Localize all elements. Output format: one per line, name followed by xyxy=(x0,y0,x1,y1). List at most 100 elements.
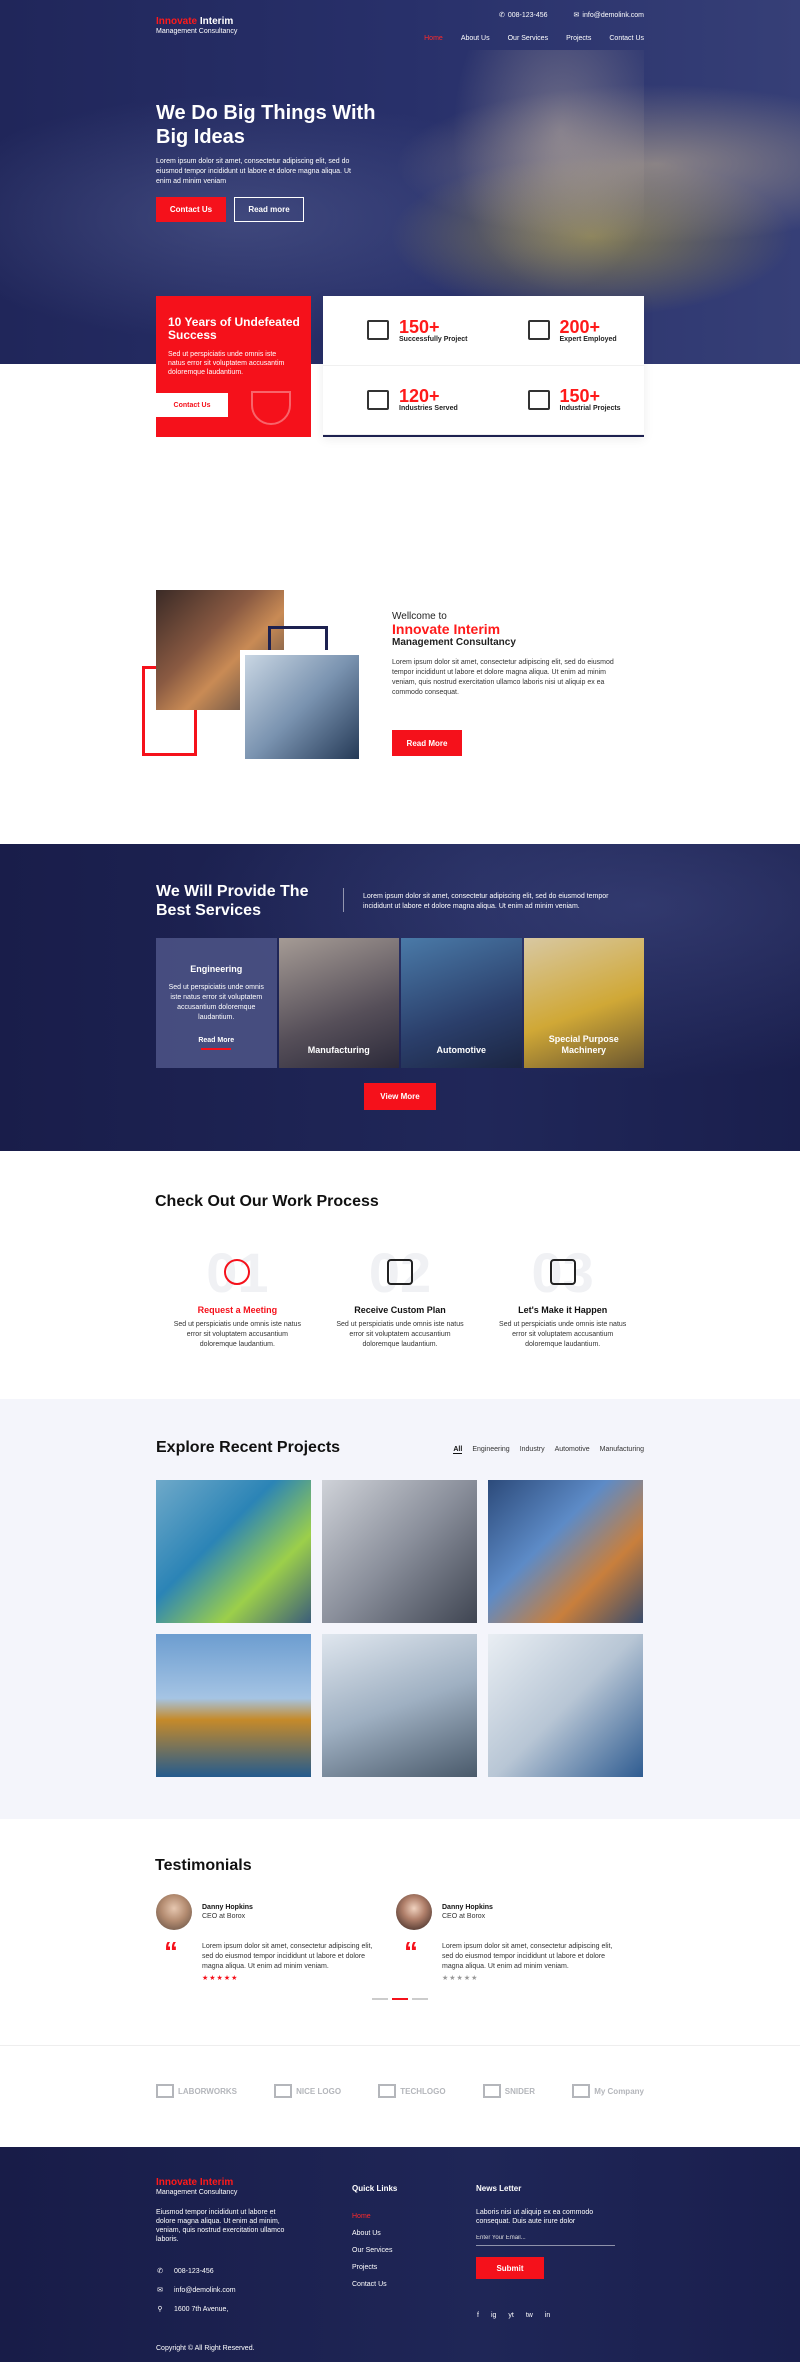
view-more-button[interactable]: View More xyxy=(364,1083,436,1110)
footer-address: ⚲ 1600 7th Avenue, xyxy=(156,2305,228,2314)
about-read-more-button[interactable]: Read More xyxy=(392,730,462,756)
building-icon xyxy=(549,1259,576,1285)
stat-value: 120+ xyxy=(399,386,440,407)
nav-contact[interactable]: Contact Us xyxy=(609,35,644,42)
project-filters: All Engineering Industry Automotive Manu… xyxy=(453,1446,644,1454)
quick-links: Home About Us Our Services Projects Cont… xyxy=(352,2208,392,2293)
project-tile[interactable] xyxy=(488,1634,643,1777)
filter-manufacturing[interactable]: Manufacturing xyxy=(600,1446,644,1454)
quick-links-title: Quick Links xyxy=(352,2184,398,2193)
success-contact-button[interactable]: Contact Us xyxy=(156,393,228,417)
linkedin-icon[interactable]: in xyxy=(545,2312,550,2319)
about-section: Wellcome to Innovate Interim Management … xyxy=(0,574,800,844)
stats-grid: 150+ Successfully Project 200+ Expert Empl… xyxy=(323,296,644,437)
service-text: Sed ut perspiciatis unde omnis iste natu… xyxy=(168,984,264,1021)
carousel-dot[interactable] xyxy=(372,1998,388,2000)
instagram-icon[interactable]: ig xyxy=(491,2312,496,2319)
service-read-more-link[interactable]: Read More xyxy=(156,1037,277,1044)
stat-label: Successfully Project xyxy=(399,335,468,343)
service-card-manufacturing[interactable]: Manufacturing xyxy=(278,938,399,1068)
logo-red: Innovate xyxy=(156,16,198,27)
hero-read-more-button[interactable]: Read more xyxy=(234,197,304,222)
services-divider xyxy=(343,888,344,912)
testimonial-name: Danny Hopkins xyxy=(202,1904,253,1911)
newsletter-submit-button[interactable]: Submit xyxy=(476,2257,544,2279)
projects-title: Explore Recent Projects xyxy=(156,1439,341,1456)
footer-email[interactable]: ✉ info@demolink.com xyxy=(156,2286,236,2295)
footer-link-contact[interactable]: Contact Us xyxy=(352,2276,392,2293)
process-step: 02 Receive Custom Plan Sed ut perspiciat… xyxy=(319,1243,482,1350)
footer-description: Eiusmod tempor incididunt ut labore et d… xyxy=(156,2209,285,2243)
filter-industry[interactable]: Industry xyxy=(520,1446,545,1454)
hero-contact-button[interactable]: Contact Us xyxy=(156,197,226,222)
stat-value: 200+ xyxy=(559,316,601,337)
success-card: 10 Years of Undefeated Success Sed ut pe… xyxy=(156,296,311,437)
nav-about[interactable]: About Us xyxy=(461,35,490,42)
nav-projects[interactable]: Projects xyxy=(566,35,591,42)
partner-name: TECHLOGO xyxy=(400,2086,446,2096)
testimonial-name: Danny Hopkins xyxy=(442,1904,493,1911)
quote-icon: “ xyxy=(164,1936,178,1967)
carousel-dot[interactable] xyxy=(412,1998,428,2000)
partner-name: NICE LOGO xyxy=(296,2086,342,2096)
filter-automotive[interactable]: Automotive xyxy=(555,1446,590,1454)
step-title: Let's Make it Happen xyxy=(518,1305,608,1315)
plan-icon xyxy=(387,1259,413,1285)
testimonial-text: Lorem ipsum dolor sit amet, consectetur … xyxy=(442,1943,613,1970)
topbar-email-text: info@demolink.com xyxy=(582,12,644,19)
youtube-icon[interactable]: yt xyxy=(508,2312,513,2319)
service-name: Automotive xyxy=(436,1045,487,1055)
topbar-email[interactable]: ✉ info@demolink.com xyxy=(574,11,644,19)
rating-stars-icon: ★★★★★ xyxy=(442,1975,479,1982)
process-section: Check Out Our Work Process 01 Request a … xyxy=(0,1151,800,1399)
service-card-special-machinery[interactable]: Special Purpose Machinery xyxy=(523,938,644,1068)
service-card-automotive[interactable]: Automotive xyxy=(401,938,522,1068)
step-text: Sed ut perspiciatis unde omnis iste natu… xyxy=(336,1321,464,1348)
about-image-engineers xyxy=(240,650,364,764)
carousel-dots xyxy=(372,1998,428,2000)
project-tile[interactable] xyxy=(322,1634,477,1777)
service-card-engineering[interactable]: Engineering Sed ut perspiciatis unde omn… xyxy=(156,938,277,1068)
logo-white: Interim xyxy=(197,16,234,27)
process-title: Check Out Our Work Process xyxy=(155,1193,379,1210)
services-title: We Will Provide The Best Services xyxy=(156,883,309,919)
newsletter-email-input[interactable] xyxy=(476,2230,615,2246)
about-collage xyxy=(142,590,366,765)
stat-item: 150+ Successfully Project xyxy=(323,296,484,366)
testimonials-section: Testimonials Danny Hopkins CEO at Borox … xyxy=(0,1819,800,2045)
stat-label: Expert Employed xyxy=(559,335,617,343)
project-tile[interactable] xyxy=(322,1480,477,1623)
hero-buttons: Contact Us Read more xyxy=(156,197,304,222)
site-logo[interactable]: Innovate Interim Management Consultancy xyxy=(156,16,237,36)
filter-engineering[interactable]: Engineering xyxy=(472,1446,509,1454)
step-title: Request a Meeting xyxy=(197,1305,278,1315)
stats-section: 10 Years of Undefeated Success Sed ut pe… xyxy=(0,296,800,574)
nav-home[interactable]: Home xyxy=(424,35,443,42)
project-tile[interactable] xyxy=(488,1480,643,1623)
header: Innovate Interim Management Consultancy … xyxy=(156,11,644,42)
service-name: Manufacturing xyxy=(307,1045,370,1055)
footer-link-services[interactable]: Our Services xyxy=(352,2242,392,2259)
carousel-dot-active[interactable] xyxy=(392,1998,408,2000)
twitter-icon[interactable]: tw xyxy=(526,2312,533,2319)
success-text: Sed ut perspiciatis unde omnis iste natu… xyxy=(168,351,285,376)
footer-phone[interactable]: ✆ 008-123-456 xyxy=(156,2267,214,2276)
partner-logo: NICE LOGO xyxy=(274,2084,341,2098)
services-section: We Will Provide The Best Services Lorem … xyxy=(0,844,800,1151)
footer-link-about[interactable]: About Us xyxy=(352,2225,392,2242)
stat-item: 150+ Industrial Projects xyxy=(483,366,644,435)
social-links: f ig yt tw in xyxy=(477,2312,550,2319)
project-tile[interactable] xyxy=(156,1480,311,1623)
footer-link-home[interactable]: Home xyxy=(352,2208,392,2225)
process-step: 01 Request a Meeting Sed ut perspiciatis… xyxy=(156,1243,319,1350)
testimonial-text: Lorem ipsum dolor sit amet, consectetur … xyxy=(202,1943,373,1970)
footer-link-projects[interactable]: Projects xyxy=(352,2259,392,2276)
filter-all[interactable]: All xyxy=(453,1446,463,1454)
techlogo-icon xyxy=(378,2084,397,2098)
footer-logo[interactable]: Innovate Interim Management Consultancy xyxy=(156,2178,237,2197)
facebook-icon[interactable]: f xyxy=(477,2312,479,2319)
snider-logo-icon xyxy=(482,2084,501,2098)
project-tile[interactable] xyxy=(156,1634,311,1777)
nav-services[interactable]: Our Services xyxy=(508,35,548,42)
topbar-phone[interactable]: ✆ 008-123-456 xyxy=(499,11,548,19)
